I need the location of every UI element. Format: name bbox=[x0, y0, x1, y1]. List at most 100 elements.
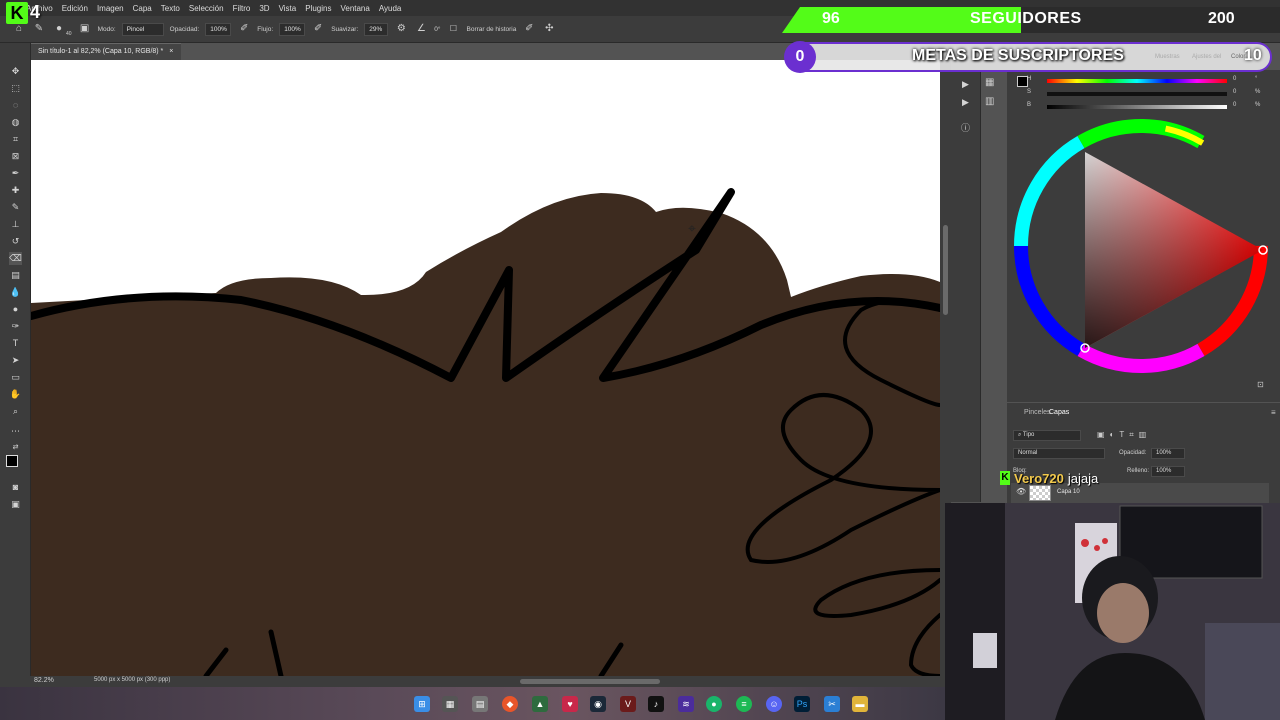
brush-settings-icon[interactable]: ▣ bbox=[78, 22, 92, 36]
layer-name[interactable]: Capa 10 bbox=[1057, 489, 1080, 495]
eraser-tool-icon[interactable]: ✎ bbox=[32, 22, 46, 36]
foreground-color-swatch[interactable] bbox=[6, 455, 18, 467]
menu-capa[interactable]: Capa bbox=[133, 4, 152, 13]
menu-plugins[interactable]: Plugins bbox=[305, 4, 331, 13]
brush-tool-icon[interactable]: ✎ bbox=[9, 201, 22, 214]
brave-browser-icon[interactable]: ◆ bbox=[502, 696, 518, 712]
frame-tool-icon[interactable]: ⊠ bbox=[9, 150, 22, 163]
brightness-value[interactable]: 0 bbox=[1233, 102, 1236, 108]
brush-preset-icon[interactable]: ● bbox=[52, 22, 66, 36]
dodge-tool-icon[interactable]: ● bbox=[9, 303, 22, 316]
brightness-track[interactable] bbox=[1047, 105, 1227, 109]
tab-swatches-ghost[interactable]: Muestras bbox=[1155, 54, 1180, 60]
photoshop-icon[interactable]: Ps bbox=[794, 696, 810, 712]
tab-adjustments-ghost[interactable]: Ajustes del bbox=[1192, 54, 1221, 60]
pressure-size-icon[interactable]: ✐ bbox=[522, 22, 536, 36]
messenger-app-icon[interactable]: ● bbox=[706, 696, 722, 712]
spotify-icon[interactable]: ≡ bbox=[736, 696, 752, 712]
opacity-field[interactable]: 100% bbox=[205, 22, 232, 36]
angle-value[interactable]: 0° bbox=[434, 26, 440, 33]
layer-filter-select[interactable]: ⌕ Tipo bbox=[1013, 430, 1081, 441]
menu-vista[interactable]: Vista bbox=[279, 4, 297, 13]
horizontal-scroll-thumb[interactable] bbox=[520, 679, 660, 684]
mode-select[interactable]: Pincel bbox=[121, 22, 164, 36]
rectangle-tool-icon[interactable]: ▭ bbox=[9, 371, 22, 384]
menu-ventana[interactable]: Ventana bbox=[340, 4, 369, 13]
swatches-panel-icon[interactable]: ▥ bbox=[985, 96, 994, 107]
panel-menu-icon[interactable]: ≡ bbox=[1271, 408, 1276, 417]
zoom-tool-icon[interactable]: ⌕ bbox=[9, 405, 22, 418]
type-tool-icon[interactable]: T bbox=[9, 337, 22, 350]
smooth-field[interactable]: 29% bbox=[364, 22, 389, 36]
expand-icon[interactable]: ⊡ bbox=[1257, 380, 1264, 389]
quick-mask-icon[interactable]: ◙ bbox=[9, 481, 22, 494]
fill-field[interactable]: 100% bbox=[1151, 466, 1185, 477]
windows-start-icon[interactable]: ⊞ bbox=[414, 696, 430, 712]
scroll-thumb[interactable] bbox=[943, 225, 948, 315]
gear-icon[interactable]: ⚙ bbox=[394, 22, 408, 36]
menu-seleccion[interactable]: Selección bbox=[189, 4, 224, 13]
pen-tool-icon[interactable]: ✑ bbox=[9, 320, 22, 333]
saturation-value[interactable]: 0 bbox=[1233, 89, 1236, 95]
crop-tool-icon[interactable]: ⌗ bbox=[9, 133, 22, 146]
move-tool-icon[interactable]: ✥ bbox=[9, 65, 22, 78]
lasso-tool-icon[interactable]: ◌ bbox=[9, 99, 22, 112]
stamp-tool-icon[interactable]: ⊥ bbox=[9, 218, 22, 231]
menu-imagen[interactable]: Imagen bbox=[97, 4, 124, 13]
home-icon[interactable]: ⌂ bbox=[12, 22, 26, 36]
marquee-tool-icon[interactable]: ⬚ bbox=[9, 82, 22, 95]
color-wheel[interactable] bbox=[1007, 115, 1280, 385]
menu-3d[interactable]: 3D bbox=[259, 4, 269, 13]
eyedropper-tool-icon[interactable]: ✒ bbox=[9, 167, 22, 180]
document-tab[interactable]: Sin título-1 al 82,2% (Capa 10, RGB/8) *… bbox=[30, 43, 182, 60]
layer-opacity-field[interactable]: 100% bbox=[1151, 448, 1185, 459]
zoom-level[interactable]: 82.2% bbox=[34, 677, 54, 684]
tab-layers[interactable]: Capas bbox=[1049, 409, 1069, 416]
capcut-icon[interactable]: ✂ bbox=[824, 696, 840, 712]
flow-field[interactable]: 100% bbox=[279, 22, 306, 36]
saturation-track[interactable] bbox=[1047, 92, 1227, 96]
hue-value[interactable]: 0 bbox=[1233, 76, 1236, 82]
quick-select-tool-icon[interactable]: ◍ bbox=[9, 116, 22, 129]
menu-ayuda[interactable]: Ayuda bbox=[379, 4, 402, 13]
layer-filter-icons[interactable]: ▣◐T⌗▥ bbox=[1097, 430, 1151, 440]
healing-tool-icon[interactable]: ✚ bbox=[9, 184, 22, 197]
folder-icon[interactable]: ▬ bbox=[852, 696, 868, 712]
blend-mode-select[interactable]: Normal bbox=[1013, 448, 1105, 459]
saturation-slider[interactable]: S 0 % bbox=[1027, 89, 1260, 99]
canvas[interactable]: ⌖ bbox=[31, 60, 940, 676]
file-explorer-icon[interactable]: ▦ bbox=[442, 696, 458, 712]
menu-texto[interactable]: Texto bbox=[161, 4, 180, 13]
erase-history-label[interactable]: Borrar de historia bbox=[467, 26, 517, 33]
close-icon[interactable]: × bbox=[169, 48, 173, 55]
history-panel-icon[interactable]: ▶ bbox=[959, 96, 972, 109]
menu-edicion[interactable]: Edición bbox=[62, 4, 88, 13]
hue-slider[interactable]: H 0 ° bbox=[1027, 76, 1257, 86]
discord-icon[interactable]: ☺ bbox=[766, 696, 782, 712]
eye-icon[interactable]: 👁 bbox=[1016, 487, 1026, 496]
calendar-icon[interactable]: ▤ bbox=[472, 696, 488, 712]
brightness-slider[interactable]: B 0 % bbox=[1027, 102, 1260, 112]
angle-icon[interactable]: ∠ bbox=[414, 22, 428, 36]
grid-panel-icon[interactable]: ▦ bbox=[985, 77, 994, 88]
gradient-tool-icon[interactable]: ▤ bbox=[9, 269, 22, 282]
pressure-opacity-icon[interactable]: ✐ bbox=[237, 22, 251, 36]
app-icon[interactable]: ▲ bbox=[532, 696, 548, 712]
path-select-tool-icon[interactable]: ➤ bbox=[9, 354, 22, 367]
tiktok-icon[interactable]: ♪ bbox=[648, 696, 664, 712]
menu-filtro[interactable]: Filtro bbox=[233, 4, 251, 13]
more-tools-icon[interactable]: ⋯ bbox=[9, 425, 22, 438]
hand-tool-icon[interactable]: ✋ bbox=[9, 388, 22, 401]
swap-colors-icon[interactable]: ⇄ bbox=[9, 441, 22, 454]
checkbox-icon[interactable]: ☐ bbox=[447, 22, 461, 36]
hue-track[interactable] bbox=[1047, 79, 1227, 83]
audio-app-icon[interactable]: ≋ bbox=[678, 696, 694, 712]
airbrush-icon[interactable]: ✐ bbox=[311, 22, 325, 36]
eraser-tool-icon[interactable]: ⌫ bbox=[9, 252, 22, 265]
history-brush-tool-icon[interactable]: ↺ bbox=[9, 235, 22, 248]
blur-tool-icon[interactable]: 💧 bbox=[9, 286, 22, 299]
symmetry-icon[interactable]: ✣ bbox=[542, 22, 556, 36]
screen-mode-icon[interactable]: ▣ bbox=[9, 498, 22, 511]
vegas-icon[interactable]: V bbox=[620, 696, 636, 712]
play-actions-icon[interactable]: ▶ bbox=[959, 78, 972, 91]
